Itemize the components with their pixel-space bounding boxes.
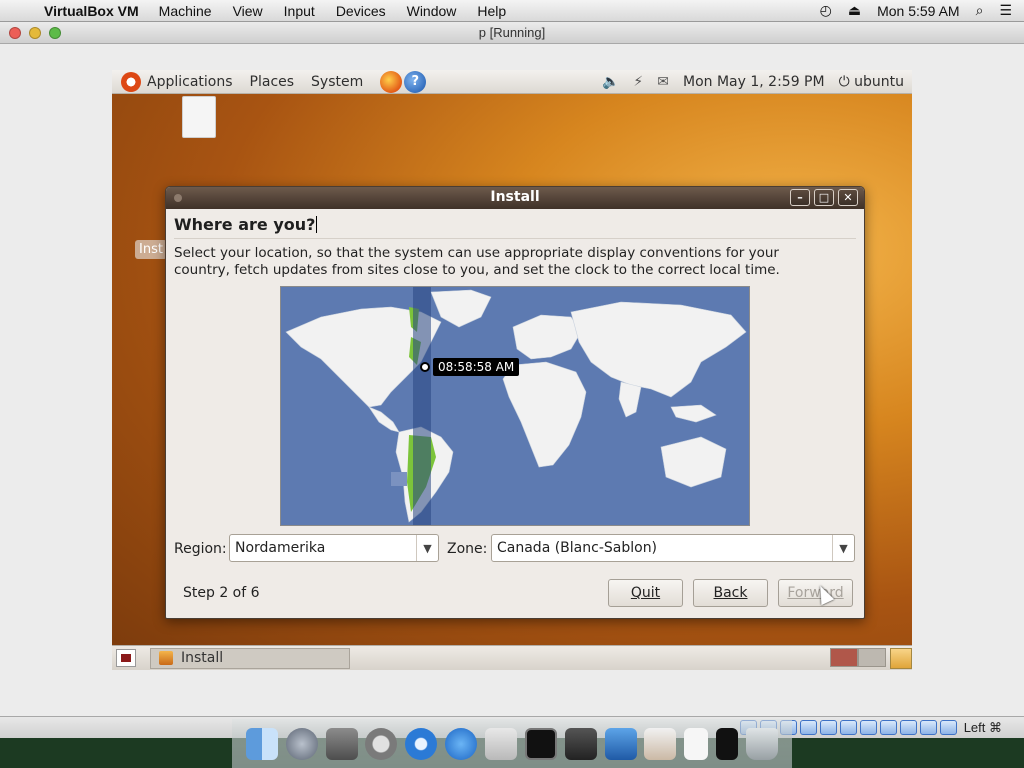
- region-value: Nordamerika: [235, 540, 326, 556]
- menu-system[interactable]: System: [311, 74, 363, 90]
- chevron-down-icon: ▼: [416, 535, 438, 561]
- chevron-down-icon: ▼: [832, 535, 854, 561]
- dialog-title: Install: [490, 189, 540, 205]
- host-clock[interactable]: Mon 5:59 AM: [877, 3, 960, 19]
- keyboard-capture-icon[interactable]: [939, 720, 957, 735]
- video-capture-icon[interactable]: [879, 720, 897, 735]
- document-icon[interactable]: [684, 728, 709, 760]
- selected-timezone-band: [413, 287, 431, 525]
- facetime-icon[interactable]: [564, 728, 597, 760]
- workspace-1[interactable]: [830, 647, 858, 667]
- back-button[interactable]: Back: [693, 579, 768, 607]
- guest-clock[interactable]: Mon May 1, 2:59 PM: [683, 74, 825, 90]
- gnome-top-panel: Applications Places System ? 🔈 ⚡ ✉ Mon M…: [112, 70, 912, 94]
- usb-icon[interactable]: [799, 720, 817, 735]
- world-map-icon: [285, 289, 747, 523]
- minimize-window-button[interactable]: [29, 26, 41, 39]
- zoom-window-button[interactable]: [49, 26, 61, 39]
- minimize-icon[interactable]: –: [790, 189, 810, 206]
- finder-icon[interactable]: [245, 728, 278, 760]
- host-menu-input[interactable]: Input: [284, 3, 315, 19]
- shared-folders-icon[interactable]: [839, 720, 857, 735]
- menu-applications[interactable]: Applications: [147, 74, 233, 90]
- safari-icon[interactable]: [405, 728, 438, 760]
- installer-icon: [159, 651, 173, 665]
- time-machine-icon[interactable]: ◴: [820, 2, 832, 19]
- host-menu-window[interactable]: Window: [407, 3, 457, 19]
- desktop-file-icon[interactable]: [182, 96, 216, 138]
- network-adapter-icon[interactable]: [819, 720, 837, 735]
- show-desktop-button[interactable]: [116, 649, 136, 667]
- host-menu-machine[interactable]: Machine: [159, 3, 212, 19]
- virtualbox-icon[interactable]: [604, 728, 637, 760]
- install-dialog: Install – □ ✕ Where are you? Select your…: [165, 186, 865, 619]
- close-window-button[interactable]: [9, 26, 21, 39]
- mail-icon[interactable]: ✉: [657, 74, 669, 90]
- location-pin-icon: [420, 362, 430, 372]
- step-indicator: Step 2 of 6: [183, 585, 260, 601]
- taskbar-item-label: Install: [181, 650, 224, 666]
- notification-list-icon[interactable]: ☰: [999, 2, 1012, 19]
- taskbar-item-install[interactable]: Install: [150, 647, 350, 669]
- page-title: Where are you?: [174, 215, 316, 234]
- zone-value: Canada (Blanc-Sablon): [497, 540, 658, 556]
- user-menu[interactable]: ⏻ ubuntu: [839, 74, 904, 90]
- host-menu-help[interactable]: Help: [477, 3, 506, 19]
- trash-icon[interactable]: [890, 647, 912, 669]
- host-app-menu[interactable]: VirtualBox VM: [44, 3, 139, 19]
- dashboard-icon[interactable]: [325, 728, 358, 760]
- vm-titlebar: p [Running]: [0, 22, 1024, 44]
- menu-places[interactable]: Places: [250, 74, 295, 90]
- region-label: Region:: [174, 541, 227, 557]
- zone-select[interactable]: Canada (Blanc-Sablon) ▼: [491, 534, 855, 562]
- help-icon[interactable]: ?: [404, 70, 427, 93]
- window-controls: – □ ✕: [790, 189, 858, 206]
- host-menu-devices[interactable]: Devices: [336, 3, 386, 19]
- mouse-integration-icon[interactable]: [919, 720, 937, 735]
- workspace-switcher: [830, 647, 886, 669]
- timezone-time-tooltip: 08:58:58 AM: [433, 358, 520, 376]
- minimized-window-icon[interactable]: [716, 728, 739, 760]
- heading-divider: [174, 238, 856, 239]
- virtualization-icon[interactable]: [899, 720, 917, 735]
- launchpad-icon[interactable]: [285, 728, 318, 760]
- gnome-bottom-panel: Install: [112, 645, 912, 670]
- guest-screen[interactable]: Applications Places System ? 🔈 ⚡ ✉ Mon M…: [112, 70, 912, 670]
- host-menu-view[interactable]: View: [233, 3, 263, 19]
- zone-label: Zone:: [447, 541, 488, 557]
- terminal-icon[interactable]: [524, 728, 557, 760]
- maximize-icon[interactable]: □: [814, 189, 834, 206]
- display-icon[interactable]: [859, 720, 877, 735]
- show-desktop-icon: [121, 654, 131, 662]
- region-select[interactable]: Nordamerika ▼: [229, 534, 439, 562]
- vm-window-title: p [Running]: [478, 25, 546, 40]
- trash-can-icon[interactable]: [745, 728, 778, 760]
- network-icon[interactable]: ⚡: [633, 74, 643, 90]
- user-name: ubuntu: [854, 73, 904, 90]
- ubuntu-logo-icon: [121, 71, 141, 92]
- dock: [232, 719, 792, 768]
- wizard-app-icon[interactable]: [484, 728, 517, 760]
- host-menubar-extras: ◴ ⏏ Mon 5:59 AM ⌕ ☰: [820, 2, 1024, 19]
- eject-icon[interactable]: ⏏: [848, 2, 861, 19]
- preview-icon[interactable]: [644, 728, 677, 760]
- panel-tray: 🔈 ⚡ ✉ Mon May 1, 2:59 PM ⏻ ubuntu: [602, 74, 912, 90]
- system-preferences-icon[interactable]: [365, 728, 398, 760]
- dialog-titlebar[interactable]: Install – □ ✕: [166, 187, 864, 209]
- vm-window: p [Running] Applications Places System ?…: [0, 22, 1024, 738]
- host-key-label: Left ⌘: [963, 719, 1002, 735]
- workspace-2[interactable]: [858, 647, 886, 667]
- location-description: Select your location, so that the system…: [174, 245, 780, 278]
- host-menubar: VirtualBox VM Machine View Input Devices…: [0, 0, 1024, 22]
- app-store-icon[interactable]: [445, 728, 478, 760]
- quit-button[interactable]: Quit: [608, 579, 683, 607]
- close-icon[interactable]: ✕: [838, 189, 858, 206]
- firefox-icon[interactable]: [380, 70, 403, 93]
- volume-icon[interactable]: 🔈: [602, 74, 619, 90]
- spotlight-icon[interactable]: ⌕: [976, 2, 984, 19]
- timezone-map[interactable]: 08:58:58 AM: [280, 286, 750, 526]
- desktop-icon-label[interactable]: Inst: [135, 240, 167, 259]
